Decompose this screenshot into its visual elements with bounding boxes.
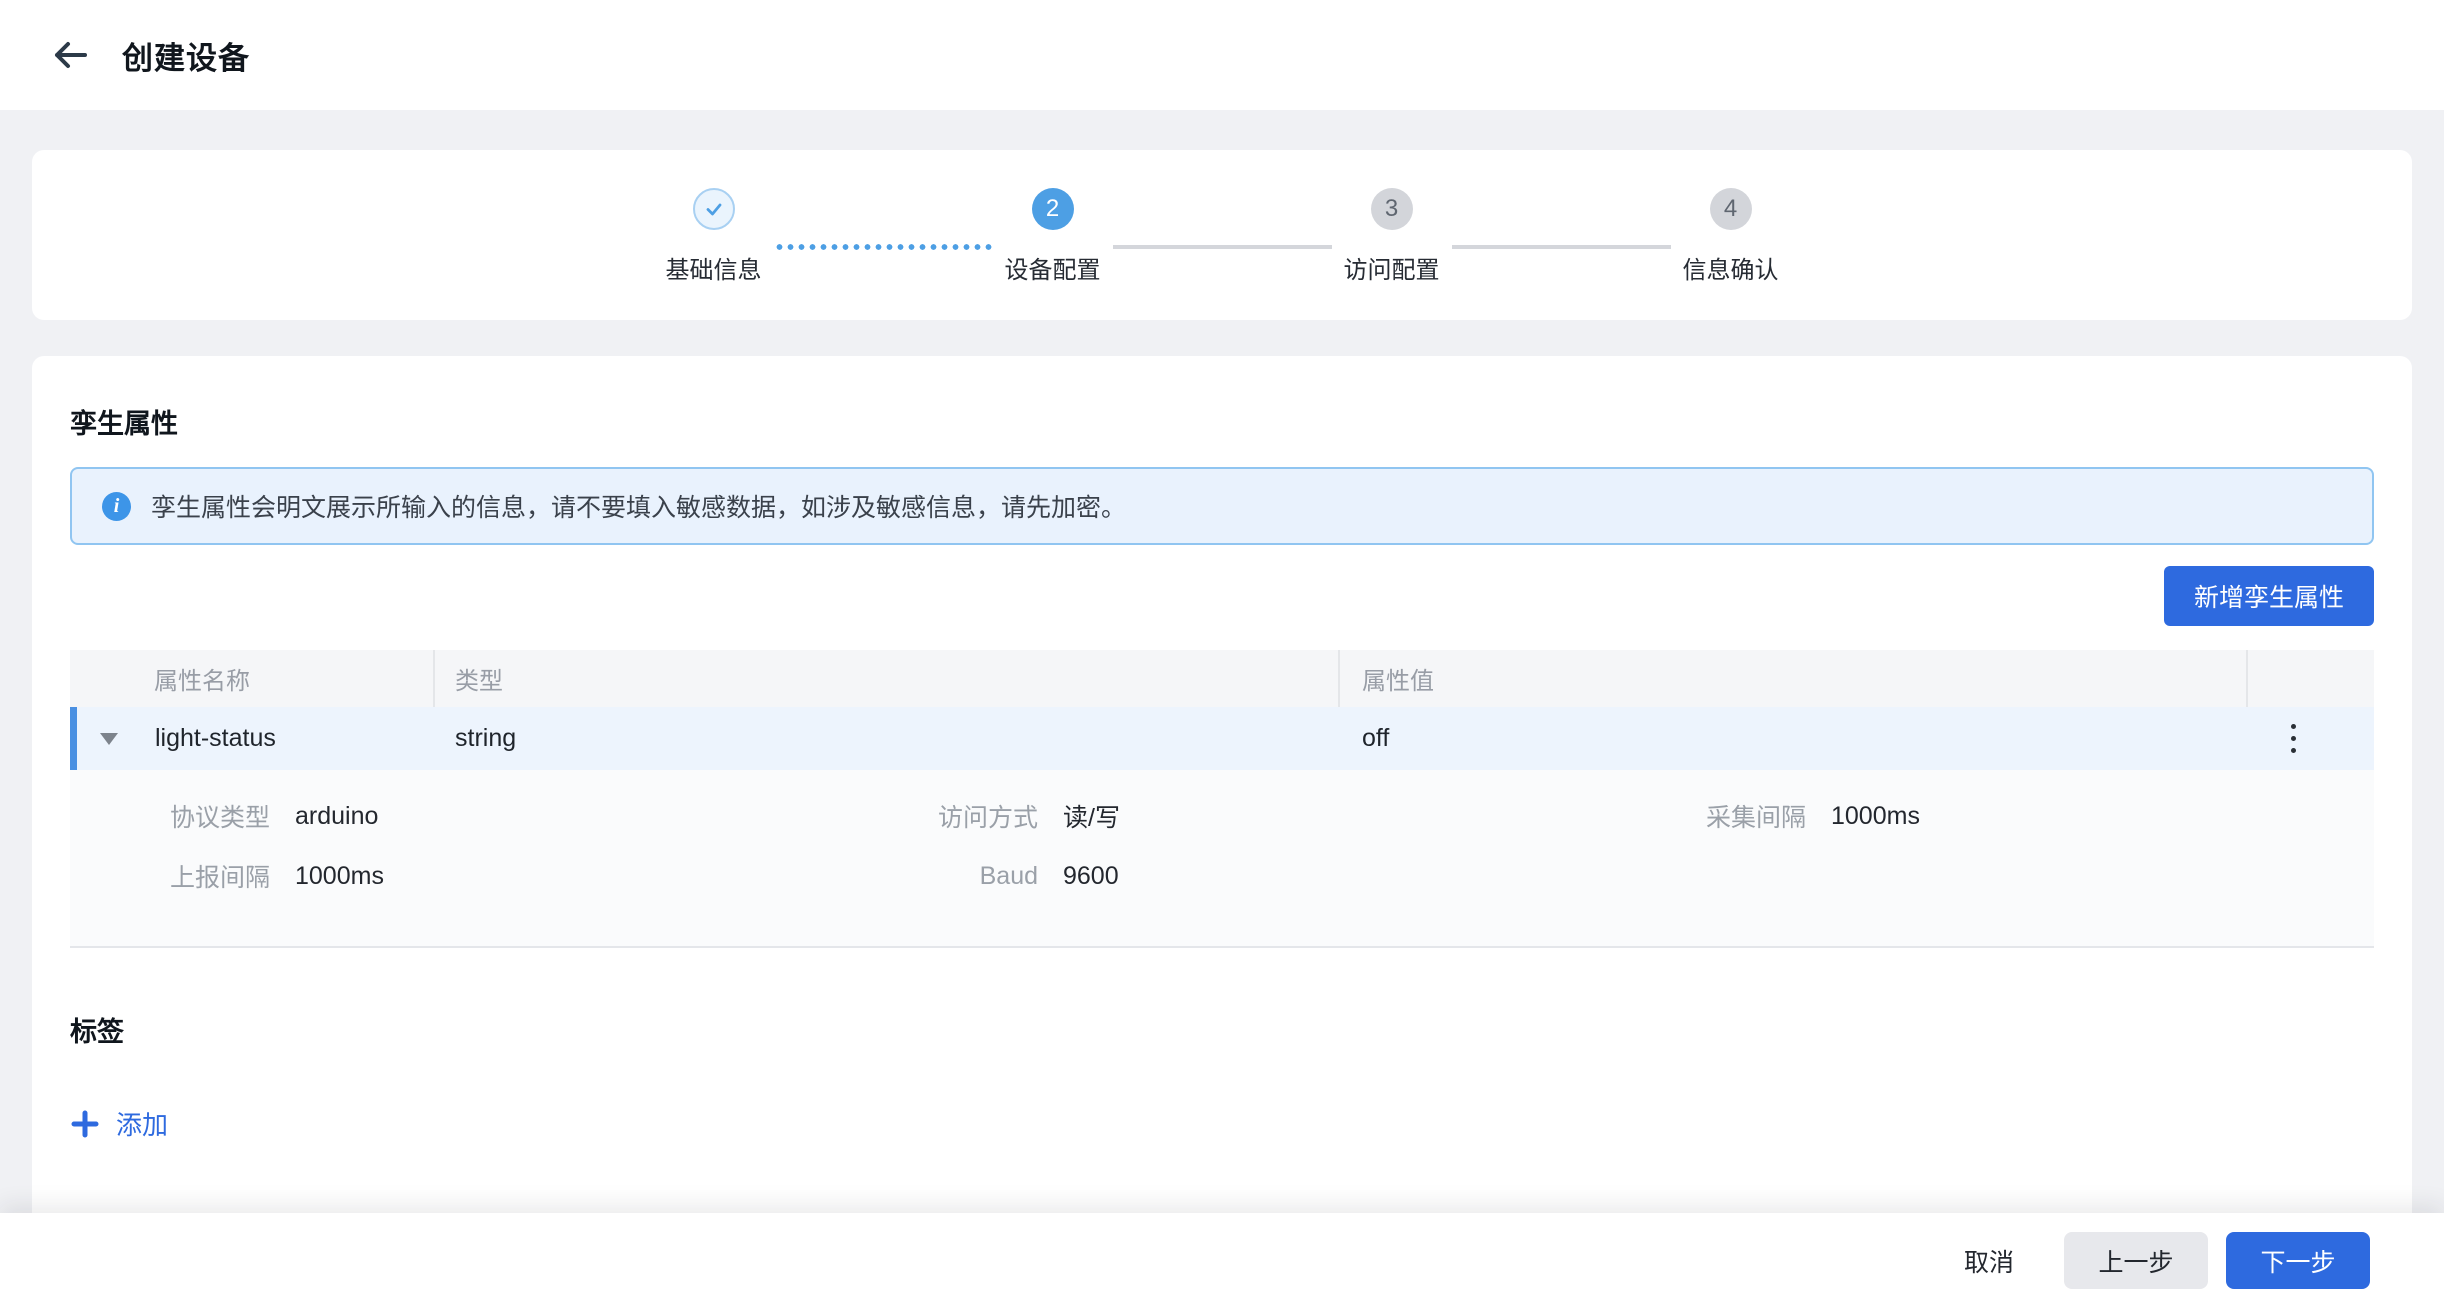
detail-label: 上报间隔 <box>70 858 270 894</box>
detail-value: arduino <box>295 802 378 831</box>
device-config-card: 孪生属性 i 孪生属性会明文展示所输入的信息，请不要填入敏感数据，如涉及敏感信息… <box>32 356 2412 1213</box>
detail-item-report-interval: 上报间隔 1000ms <box>70 846 838 906</box>
row-actions-cell <box>2248 715 2374 763</box>
detail-item-protocol: 协议类型 arduino <box>70 786 838 846</box>
column-header-type: 类型 <box>435 650 1340 707</box>
step-active-circle: 2 <box>1032 188 1074 230</box>
tags-title: 标签 <box>70 1010 2374 1049</box>
detail-label: 访问方式 <box>838 798 1038 834</box>
info-circle-icon: i <box>102 492 131 521</box>
detail-item-collect-interval: 采集间隔 1000ms <box>1606 786 2374 846</box>
kebab-vertical-icon[interactable] <box>2285 715 2302 763</box>
column-header-actions <box>2248 650 2374 707</box>
plus-icon <box>70 1109 100 1139</box>
top-header-bar: 创建设备 <box>0 0 2444 110</box>
wizard-footer-bar: 取消 上一步 下一步 <box>0 1213 2444 1308</box>
arrow-left-icon <box>52 40 88 70</box>
twin-properties-title: 孪生属性 <box>70 356 2374 441</box>
step-label: 设备配置 <box>1005 250 1101 285</box>
back-button[interactable] <box>48 35 92 75</box>
step-pending-circle: 3 <box>1371 188 1413 230</box>
step-label: 访问配置 <box>1344 250 1440 285</box>
step-info-confirm[interactable]: 4 信息确认 <box>1671 188 1791 285</box>
detail-value: 9600 <box>1063 862 1119 891</box>
property-name-cell: light-status <box>70 724 435 753</box>
add-twin-property-button[interactable]: 新增孪生属性 <box>2164 566 2374 626</box>
add-tag-link[interactable]: 添加 <box>70 1105 168 1142</box>
page-title: 创建设备 <box>122 33 250 78</box>
step-basic-info[interactable]: 基础信息 <box>654 188 774 285</box>
create-device-page: 创建设备 基础信息 2 设备配置 3 访问配置 <box>0 0 2444 1308</box>
table-header-row: 属性名称 类型 属性值 <box>70 650 2374 707</box>
table-row: light-status string off <box>70 707 2374 770</box>
property-name: light-status <box>155 724 276 753</box>
column-header-value: 属性值 <box>1340 650 2248 707</box>
property-type-cell: string <box>435 724 1340 753</box>
detail-item-empty <box>1606 846 2374 906</box>
column-header-name: 属性名称 <box>70 650 435 707</box>
step-device-config[interactable]: 2 设备配置 <box>993 188 1113 285</box>
property-value-cell: off <box>1340 724 2248 753</box>
twin-properties-alert: i 孪生属性会明文展示所输入的信息，请不要填入敏感数据，如涉及敏感信息，请先加密… <box>70 467 2374 545</box>
step-pending-circle: 4 <box>1710 188 1752 230</box>
table-toolbar: 新增孪生属性 <box>70 566 2374 626</box>
check-icon <box>702 197 726 221</box>
stepper-connector <box>1113 245 1332 249</box>
alert-text: 孪生属性会明文展示所输入的信息，请不要填入敏感数据，如涉及敏感信息，请先加密。 <box>151 488 1126 524</box>
detail-label: 协议类型 <box>70 798 270 834</box>
step-label: 信息确认 <box>1683 250 1779 285</box>
wizard-stepper: 基础信息 2 设备配置 3 访问配置 4 信息确认 <box>32 150 2412 285</box>
previous-step-button[interactable]: 上一步 <box>2064 1232 2208 1289</box>
detail-label: Baud <box>838 862 1038 891</box>
stepper-connector <box>1452 245 1671 249</box>
next-step-button[interactable]: 下一步 <box>2226 1232 2370 1289</box>
step-access-config[interactable]: 3 访问配置 <box>1332 188 1452 285</box>
step-label: 基础信息 <box>666 250 762 285</box>
caret-down-icon[interactable] <box>100 733 118 745</box>
detail-value: 1000ms <box>1831 802 1920 831</box>
detail-value: 1000ms <box>295 862 384 891</box>
row-detail-panel: 协议类型 arduino 访问方式 读/写 采集间隔 1000ms 上报间隔 1… <box>70 770 2374 948</box>
add-tag-label: 添加 <box>116 1105 168 1142</box>
detail-value: 读/写 <box>1063 798 1120 834</box>
twin-properties-table: 属性名称 类型 属性值 light-status string off <box>70 650 2374 948</box>
step-done-circle <box>693 188 735 230</box>
detail-label: 采集间隔 <box>1606 798 1806 834</box>
detail-item-baud: Baud 9600 <box>838 846 1606 906</box>
stepper-connector-dotted <box>774 244 993 250</box>
cancel-button[interactable]: 取消 <box>1964 1243 2014 1279</box>
detail-item-access-mode: 访问方式 读/写 <box>838 786 1606 846</box>
stepper-card: 基础信息 2 设备配置 3 访问配置 4 信息确认 <box>32 150 2412 320</box>
detail-grid: 协议类型 arduino 访问方式 读/写 采集间隔 1000ms 上报间隔 1… <box>70 786 2374 906</box>
